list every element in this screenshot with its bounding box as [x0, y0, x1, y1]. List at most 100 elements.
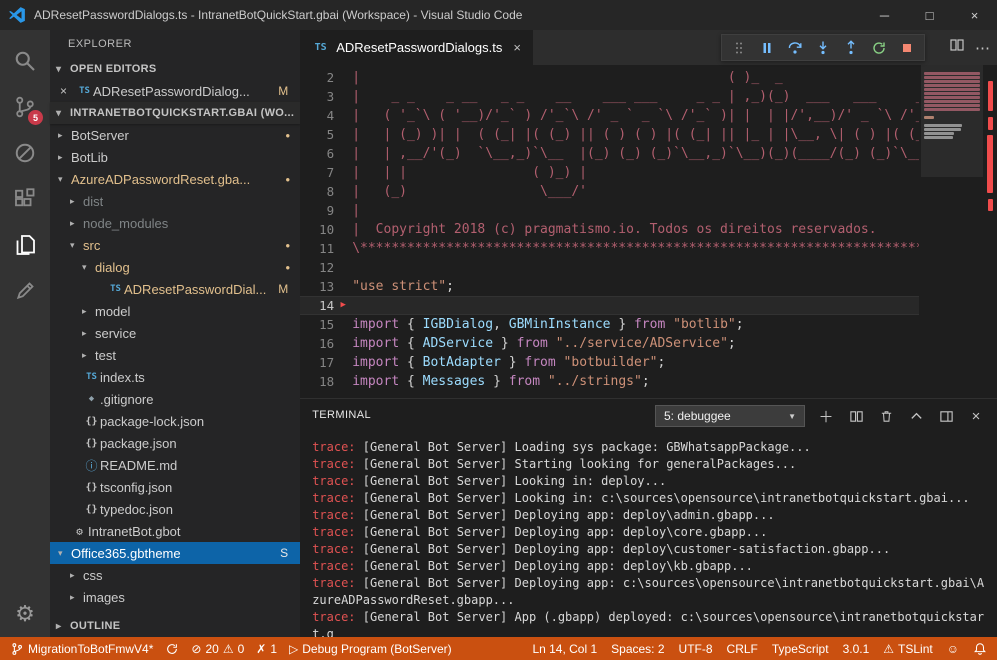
- line-number[interactable]: 15: [300, 315, 334, 334]
- tree-item-readme-md[interactable]: ⓘREADME.md: [50, 454, 300, 476]
- tree-item-botlib[interactable]: ▸BotLib: [50, 146, 300, 168]
- line-number[interactable]: 2: [300, 68, 334, 87]
- open-editor-item[interactable]: × TS ADResetPasswordDialog... M: [50, 80, 300, 102]
- line-number[interactable]: 10: [300, 220, 334, 239]
- extensions-icon[interactable]: [0, 176, 50, 222]
- maximize-panel-chevron-icon[interactable]: [907, 407, 925, 425]
- git-branch-item[interactable]: MigrationToBotFmwV4*: [10, 637, 153, 660]
- settings-gear-icon[interactable]: ⚙: [15, 601, 35, 627]
- tree-item-intranetbot-gbot[interactable]: ⚙IntranetBot.gbot: [50, 520, 300, 542]
- step-out-icon[interactable]: [838, 36, 864, 60]
- tree-item-office365-gbtheme[interactable]: ▾Office365.gbthemeS: [50, 542, 300, 564]
- terminal-output[interactable]: trace: [General Bot Server] Loading sys …: [300, 433, 997, 637]
- overview-ruler[interactable]: [983, 65, 997, 398]
- line-number[interactable]: 5: [300, 125, 334, 144]
- line-number[interactable]: 16: [300, 334, 334, 353]
- close-tab-icon[interactable]: ×: [513, 40, 521, 55]
- tree-item-dialog[interactable]: ▾dialog●: [50, 256, 300, 278]
- line-number[interactable]: 13: [300, 277, 334, 296]
- tree-item-tsconfig-json[interactable]: {}tsconfig.json: [50, 476, 300, 498]
- code-line-6: 6| | ,__/'(_) `\__,_)`\__ |(_) (_) (_)`\…: [300, 144, 919, 163]
- maximize-button[interactable]: □: [907, 0, 952, 30]
- minimap[interactable]: [921, 65, 983, 398]
- split-editor-icon[interactable]: [949, 37, 965, 58]
- language-mode-item[interactable]: TypeScript: [772, 637, 829, 660]
- new-terminal-icon[interactable]: ＋: [817, 407, 835, 425]
- outline-section-header[interactable]: ▸ OUTLINE: [50, 615, 300, 637]
- line-number[interactable]: 9: [300, 201, 334, 220]
- line-number[interactable]: 4: [300, 106, 334, 125]
- braces-file-icon: {}: [83, 416, 100, 427]
- tree-item-css[interactable]: ▸css: [50, 564, 300, 586]
- tree-item-images[interactable]: ▸images: [50, 586, 300, 608]
- tree-item-adresetpassworddial-[interactable]: TSADResetPasswordDial...M: [50, 278, 300, 300]
- line-number[interactable]: 8: [300, 182, 334, 201]
- explorer-files-icon[interactable]: [0, 222, 50, 268]
- tree-item-test[interactable]: ▸test: [50, 344, 300, 366]
- split-terminal-icon[interactable]: [847, 407, 865, 425]
- tab-adresetpassworddialogs[interactable]: TS ADResetPasswordDialogs.ts ×: [300, 30, 533, 65]
- tslint-item[interactable]: ⚠ TSLint: [883, 637, 932, 660]
- line-number[interactable]: 17: [300, 353, 334, 372]
- close-panel-icon[interactable]: ×: [967, 407, 985, 425]
- kill-terminal-trash-icon[interactable]: [877, 407, 895, 425]
- error-mark: [987, 135, 993, 193]
- info-file-icon: ⓘ: [83, 457, 100, 474]
- step-over-icon[interactable]: [782, 36, 808, 60]
- line-number[interactable]: 7: [300, 163, 334, 182]
- terminal-tab[interactable]: TERMINAL: [312, 409, 371, 423]
- step-into-icon[interactable]: [810, 36, 836, 60]
- tree-item-package-lock-json[interactable]: {}package-lock.json: [50, 410, 300, 432]
- tree-item-botserver[interactable]: ▸BotServer●: [50, 124, 300, 146]
- more-actions-icon[interactable]: ⋯: [975, 39, 991, 57]
- pause-icon[interactable]: [754, 36, 780, 60]
- code-text: \***************************************…: [352, 239, 919, 258]
- feedback-smiley-icon[interactable]: ☺: [947, 637, 959, 660]
- debug-icon[interactable]: [0, 130, 50, 176]
- stop-icon[interactable]: [894, 36, 920, 60]
- terminal-line: trace: [General Bot Server] App (.gbapp)…: [312, 609, 989, 637]
- debug-target-item[interactable]: ▷ Debug Program (BotServer): [289, 637, 452, 660]
- notifications-bell-icon[interactable]: [973, 637, 987, 660]
- line-number[interactable]: 18: [300, 372, 334, 391]
- diamond-file-icon: ◆: [83, 394, 100, 404]
- workspace-section-header[interactable]: ▾ INTRANETBOTQUICKSTART.GBAI (WO...: [50, 102, 300, 124]
- source-control-icon[interactable]: 5: [0, 84, 50, 130]
- close-window-button[interactable]: ×: [952, 0, 997, 30]
- line-number[interactable]: 12: [300, 258, 334, 277]
- minimap-slider[interactable]: [921, 65, 983, 177]
- toggle-panel-layout-icon[interactable]: [937, 407, 955, 425]
- toolbar-grip-handle[interactable]: [726, 36, 752, 60]
- search-icon[interactable]: [0, 38, 50, 84]
- indentation-item[interactable]: Spaces: 2: [611, 637, 664, 660]
- problems-item[interactable]: ⊘ 20 ⚠ 0: [191, 637, 244, 660]
- encoding-item[interactable]: UTF-8: [679, 637, 713, 660]
- line-number[interactable]: 14: [300, 296, 334, 315]
- sync-item[interactable]: [165, 637, 179, 660]
- line-number[interactable]: 11: [300, 239, 334, 258]
- cursor-position-item[interactable]: Ln 14, Col 1: [532, 637, 597, 660]
- tree-item-dist[interactable]: ▸dist: [50, 190, 300, 212]
- close-editor-icon[interactable]: ×: [60, 84, 76, 98]
- tree-item-index-ts[interactable]: TSindex.ts: [50, 366, 300, 388]
- tree-item-node-modules[interactable]: ▸node_modules: [50, 212, 300, 234]
- code-editor[interactable]: 2| ( )_ _ |3| _ _ _ __ _ _ __ ___ ___ _ …: [300, 65, 997, 398]
- tree-item-typedoc-json[interactable]: {}typedoc.json: [50, 498, 300, 520]
- minimize-button[interactable]: ─: [862, 0, 907, 30]
- restart-icon[interactable]: [866, 36, 892, 60]
- tree-item-package-json[interactable]: {}package.json: [50, 432, 300, 454]
- tree-item--gitignore[interactable]: ◆.gitignore: [50, 388, 300, 410]
- error-mark: [988, 81, 993, 111]
- tree-item-service[interactable]: ▸service: [50, 322, 300, 344]
- eol-item[interactable]: CRLF: [727, 637, 758, 660]
- line-number[interactable]: 6: [300, 144, 334, 163]
- tools-item[interactable]: ✗ 1: [256, 637, 277, 660]
- line-number[interactable]: 3: [300, 87, 334, 106]
- tree-item-azureadpasswordreset-gba-[interactable]: ▾AzureADPasswordReset.gba...●: [50, 168, 300, 190]
- tree-item-model[interactable]: ▸model: [50, 300, 300, 322]
- open-editors-header[interactable]: ▾ OPEN EDITORS: [50, 58, 300, 80]
- edit-pencil-icon[interactable]: [0, 268, 50, 314]
- tree-item-src[interactable]: ▾src●: [50, 234, 300, 256]
- typescript-version-item[interactable]: 3.0.1: [843, 637, 870, 660]
- terminal-selector-dropdown[interactable]: 5: debuggee ▼: [655, 405, 805, 427]
